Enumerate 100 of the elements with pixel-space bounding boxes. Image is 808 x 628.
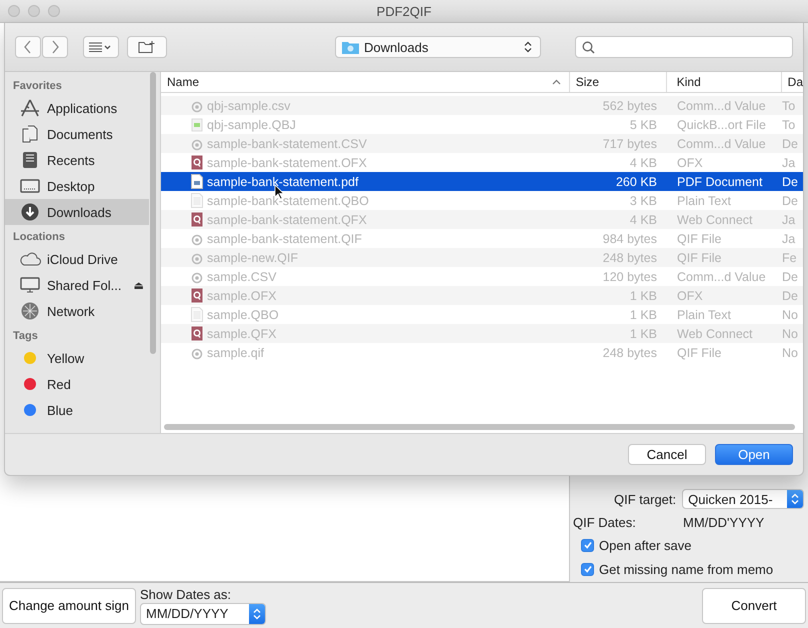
change-amount-sign-button[interactable]: Change amount sign [2,588,136,624]
sort-icon [552,79,561,85]
date-format-select[interactable]: MM/DD/YYYY [140,602,266,624]
file-name: sample-new.QIF [207,250,298,264]
sidebar-item[interactable]: Yellow [5,345,149,371]
file-date: Ja [782,156,796,170]
file-size: 5 KB [628,118,658,132]
document-icon [191,193,203,208]
qif-target-select[interactable]: Quicken 2015- [682,489,804,509]
file-kind: OFX [676,288,704,302]
sidebar-item[interactable]: Desktop [5,173,149,199]
sidebar-item[interactable]: Documents [5,121,149,147]
list-view-icon [89,42,113,52]
file-size: 4 KB [628,156,658,170]
file-date: To [782,98,796,112]
file-kind: QIF File [676,232,722,246]
monitor-icon [20,277,40,293]
view-options-button[interactable] [83,36,119,58]
field-label: QIF Dates: [573,514,637,530]
checkbox-label: Open after save [599,538,692,552]
forward-button[interactable] [42,36,68,58]
chevron-right-icon [50,40,60,54]
field-label: QIF target: [614,492,676,506]
file-size: 1 KB [628,326,658,340]
stepper-icon [524,41,532,53]
sidebar-item[interactable]: Shared Fol... ⏏ [5,272,149,298]
file-name: sample.qif [207,346,264,360]
file-kind: Web Connect [676,212,754,226]
sidebar-item[interactable]: Downloads [5,199,149,225]
checkbox[interactable] [581,538,594,552]
file-date: De [782,174,799,188]
search-icon [582,40,595,54]
document-icon [191,212,203,227]
file-size: 120 bytes [602,270,658,284]
file-kind: QIF File [676,346,722,360]
sidebar-item[interactable]: Applications [5,95,149,121]
document-icon [191,155,203,170]
file-row[interactable]: sample-bank-statement.pdf 260 KB PDF Document De [161,172,803,191]
file-name: sample-bank-statement.QIF [207,232,362,246]
checkbox[interactable] [581,562,594,576]
file-kind: Comm...d Value [676,270,767,284]
download-icon [21,203,39,221]
sidebar-heading: Tags [12,329,39,344]
location-popup[interactable]: Downloads [335,36,541,58]
stepper-icon [787,490,804,508]
tray-icon [21,151,39,169]
eject-icon[interactable]: ⏏ [133,278,144,292]
file-kind: Web Connect [676,326,754,340]
document-icon [191,307,203,322]
convert-button[interactable]: Convert [702,588,806,624]
file-name: sample.QBO [207,308,279,322]
document-icon [191,118,203,132]
file-size: 562 bytes [602,98,658,112]
open-button[interactable]: Open [715,444,793,465]
file-kind: PDF Document [676,174,764,188]
cancel-button[interactable]: Cancel [628,444,706,465]
file-name: sample-bank-statement.pdf [207,174,358,188]
file-kind: QIF File [676,250,722,264]
sidebar-item[interactable]: Network [5,298,149,324]
back-button[interactable] [15,36,41,58]
document-icon [191,326,203,341]
column-header[interactable]: Name [161,72,570,92]
window-title: PDF2QIF [376,4,432,18]
column-header[interactable]: Size [570,72,667,92]
file-size: 1 KB [628,308,658,322]
sidebar-heading: Favorites [12,79,63,94]
chevron-left-icon [23,40,33,54]
scrollbar[interactable] [150,72,156,354]
file-name: sample.CSV [207,270,276,284]
file-size: 260 KB [614,174,658,188]
file-date: De [782,136,799,150]
file-kind: Comm...d Value [676,136,767,150]
file-date: De [782,288,799,302]
file-name: sample-bank-statement.QBO [207,194,369,208]
sidebar-item[interactable]: Blue [5,397,149,423]
file-name: sample-bank-statement.QFX [207,212,367,226]
sidebar-item[interactable]: iCloud Drive [5,246,149,272]
sidebar-item[interactable]: Recents [5,147,149,173]
file-size: 717 bytes [602,136,658,150]
file-name: sample.QFX [207,326,276,340]
field-value: MM/DD'YYYY [683,514,764,530]
file-date: To [782,118,796,132]
file-date: No [782,308,799,322]
column-header[interactable]: Kind [666,72,782,92]
file-kind: QuickB...ort File [676,118,767,132]
new-folder-button[interactable] [127,36,167,58]
file-date: De [782,270,799,284]
file-date: No [782,346,799,360]
column-header[interactable]: Da [782,72,803,92]
scrollbar[interactable] [164,424,795,430]
documents-icon [21,125,39,143]
stepper-icon [248,604,265,624]
search-field[interactable] [575,36,793,58]
desktop-icon [20,178,40,194]
document-icon [191,288,203,303]
sidebar-item[interactable]: Red [5,371,149,397]
file-kind: OFX [676,156,704,170]
file-date: Ja [782,212,796,226]
file-name: qbj-sample.csv [207,98,290,112]
sidebar-heading: Locations [12,230,66,245]
